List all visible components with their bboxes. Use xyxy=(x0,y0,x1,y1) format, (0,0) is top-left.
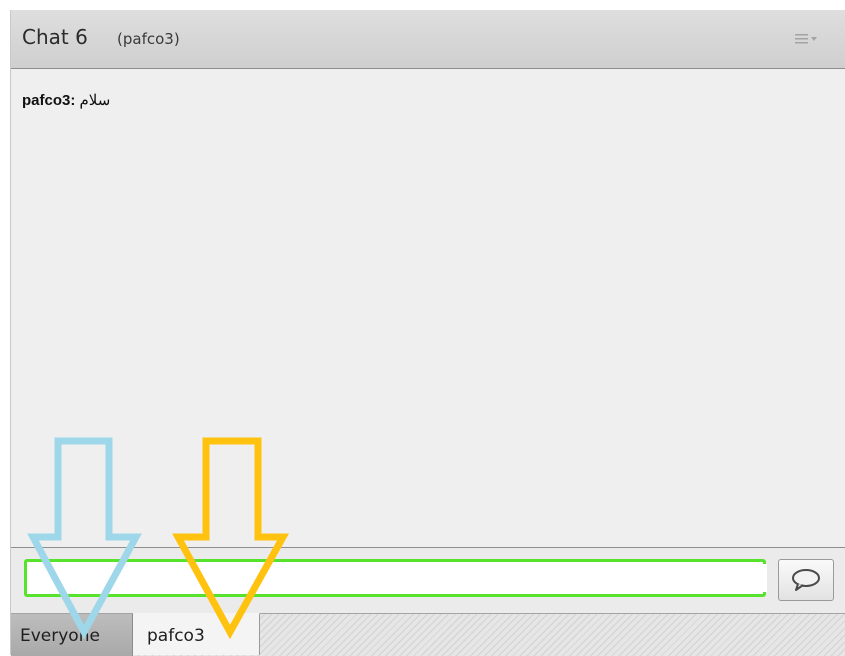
chat-pod: Chat 6 (pafco3) pafco3: سلام Everyone pa… xyxy=(10,10,845,656)
speech-bubble-icon xyxy=(792,569,820,591)
tab-everyone[interactable]: Everyone xyxy=(11,614,133,656)
pod-header: Chat 6 (pafco3) xyxy=(11,10,845,69)
chat-message: pafco3: سلام xyxy=(22,91,110,109)
pod-options-menu-icon[interactable] xyxy=(795,32,821,48)
chat-message-area: pafco3: سلام xyxy=(11,69,845,546)
chat-tab-bar: Everyone pafco3 xyxy=(11,613,845,656)
tab-pafco3[interactable]: pafco3 xyxy=(133,613,260,655)
compose-bar xyxy=(11,547,845,614)
chat-input-frame xyxy=(24,559,767,597)
send-button[interactable] xyxy=(778,559,834,601)
pod-title: Chat 6 xyxy=(22,25,88,49)
message-sender: pafco3: xyxy=(22,92,76,109)
message-text: سلام xyxy=(79,92,111,109)
pod-subtitle: (pafco3) xyxy=(117,30,180,48)
chat-input[interactable] xyxy=(29,564,767,592)
